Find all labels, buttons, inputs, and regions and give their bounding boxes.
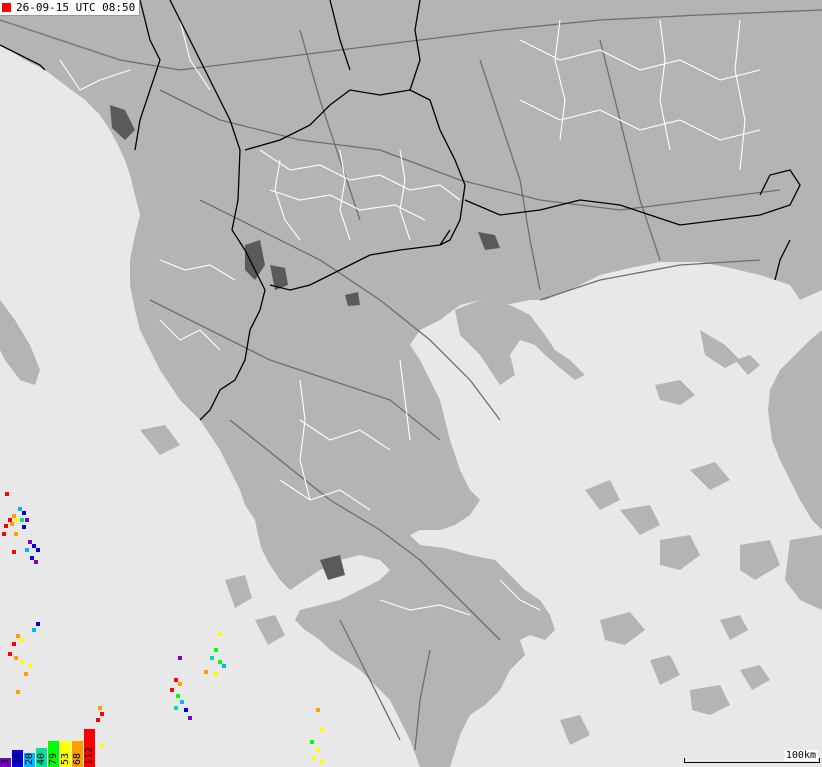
- scale-line: [684, 762, 820, 763]
- timestamp-text: 26-09-15 UTC 08:50: [16, 1, 136, 14]
- legend-label: 34: [12, 752, 23, 765]
- timestamp-bar: 26-09-15 UTC 08:50: [0, 0, 141, 16]
- legend-label: 79: [48, 752, 59, 765]
- scale-bar: 100km: [684, 749, 820, 765]
- intensity-legend: 3 34 20 40 79 53 68 112: [0, 705, 100, 767]
- timestamp-marker-icon: [2, 3, 11, 12]
- legend-label: 112: [84, 746, 95, 765]
- legend-label: 68: [72, 752, 83, 765]
- scale-tick-right: [819, 758, 820, 763]
- legend-label: 3: [0, 758, 11, 765]
- scale-label: 100km: [783, 750, 818, 761]
- legend-label: 20: [24, 752, 35, 765]
- legend-label: 53: [60, 752, 71, 765]
- scale-tick-left: [684, 758, 685, 763]
- legend-label: 40: [36, 752, 47, 765]
- lightning-map: [0, 0, 822, 767]
